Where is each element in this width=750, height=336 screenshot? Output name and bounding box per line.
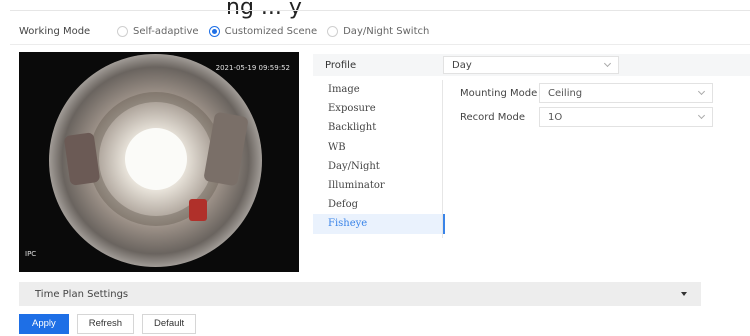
tab-exposure[interactable]: Exposure bbox=[313, 99, 445, 118]
mounting-mode-value: Ceiling bbox=[548, 87, 583, 99]
record-mode-label: Record Mode bbox=[460, 111, 525, 123]
radio-customized-scene[interactable]: Customized Scene bbox=[208, 25, 318, 37]
tab-wb[interactable]: WB bbox=[313, 138, 445, 157]
divider bbox=[10, 44, 750, 45]
chevron-down-icon bbox=[697, 111, 706, 120]
action-buttons: Apply Refresh Default bbox=[19, 314, 204, 334]
profile-row: Profile Day bbox=[313, 54, 750, 76]
record-mode-select[interactable]: 1O bbox=[539, 107, 713, 127]
live-video-preview: 2021-05-19 09:59:52 IPC bbox=[19, 52, 299, 272]
working-mode-label: Working Mode bbox=[19, 25, 91, 37]
radio-circle-icon bbox=[327, 25, 339, 37]
working-mode-row: Working Mode Self-adaptive Customized Sc… bbox=[19, 24, 439, 38]
top-divider bbox=[10, 10, 750, 11]
radio-circle-icon bbox=[117, 25, 128, 37]
radio-label: Day/Night Switch bbox=[343, 25, 430, 37]
chevron-down-icon bbox=[603, 59, 612, 68]
tabs-divider bbox=[442, 80, 443, 238]
tab-fisheye[interactable]: Fisheye bbox=[313, 214, 445, 234]
tab-illuminator[interactable]: Illuminator bbox=[313, 176, 445, 195]
profile-select[interactable]: Day bbox=[443, 56, 619, 74]
refresh-button[interactable]: Refresh bbox=[76, 314, 135, 334]
radio-label: Customized Scene bbox=[224, 25, 318, 37]
time-plan-label: Time Plan Settings bbox=[35, 288, 129, 300]
radio-self-adaptive[interactable]: Self-adaptive bbox=[117, 25, 199, 37]
time-plan-settings-bar[interactable]: Time Plan Settings bbox=[19, 282, 701, 306]
radio-day-night-switch[interactable]: Day/Night Switch bbox=[327, 25, 430, 37]
mounting-mode-select[interactable]: Ceiling bbox=[539, 83, 713, 103]
tab-day-night[interactable]: Day/Night bbox=[313, 157, 445, 176]
tab-defog[interactable]: Defog bbox=[313, 195, 445, 214]
video-timestamp: 2021-05-19 09:59:52 bbox=[215, 64, 290, 72]
radio-label: Self-adaptive bbox=[133, 25, 199, 37]
default-button[interactable]: Default bbox=[142, 314, 197, 334]
fisheye-image bbox=[49, 54, 262, 267]
mounting-mode-row: Mounting Mode Ceiling bbox=[460, 83, 713, 103]
settings-tabs: Image Exposure Backlight WB Day/Night Il… bbox=[313, 80, 445, 234]
apply-button[interactable]: Apply bbox=[19, 314, 69, 334]
profile-value: Day bbox=[452, 59, 472, 71]
tab-backlight[interactable]: Backlight bbox=[313, 118, 445, 137]
channel-label: IPC bbox=[25, 250, 37, 258]
record-mode-value: 1O bbox=[548, 111, 563, 123]
profile-label: Profile bbox=[325, 59, 357, 71]
caret-down-icon bbox=[681, 292, 687, 296]
chevron-down-icon bbox=[697, 87, 706, 96]
tab-image[interactable]: Image bbox=[313, 80, 445, 99]
record-mode-row: Record Mode 1O bbox=[460, 107, 713, 127]
mounting-mode-label: Mounting Mode bbox=[460, 87, 538, 99]
radio-selected-icon bbox=[208, 25, 220, 37]
